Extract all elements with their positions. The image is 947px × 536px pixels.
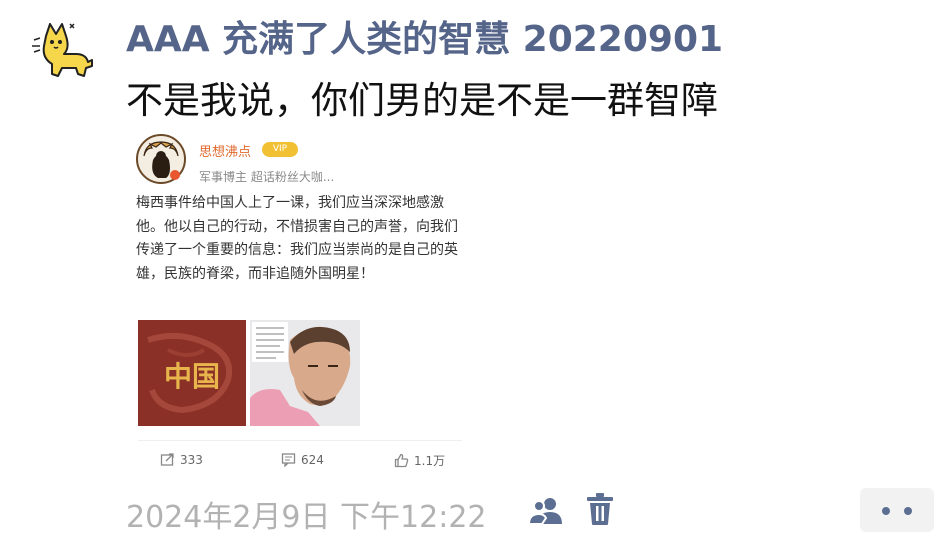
- post-title: AAA 充满了人类的智慧 20220901: [126, 19, 724, 60]
- comment-stat[interactable]: 624: [281, 452, 324, 467]
- dot-icon: [882, 507, 890, 515]
- comment-icon: [281, 453, 296, 467]
- dot-icon: [904, 507, 912, 515]
- post-timestamp: 2024年2月9日 下午12:22: [126, 500, 487, 535]
- comment-count: 624: [301, 452, 324, 467]
- like-stat[interactable]: 1.1万: [394, 452, 445, 469]
- card-divider: [138, 440, 462, 441]
- visibility-people-icon[interactable]: [527, 494, 564, 526]
- vip-badge: VIP: [262, 142, 298, 157]
- embedded-username: 思想沸点: [199, 145, 252, 160]
- embedded-user-meta: 军事博主 超话粉丝大咖...: [199, 170, 335, 184]
- trash-icon[interactable]: [585, 492, 615, 526]
- like-count: 1.1万: [414, 454, 446, 468]
- repost-count: 333: [180, 452, 203, 467]
- embedded-post-text: 梅西事件给中国人上了一课，我们应当深深地感激他。他以自己的行动，不惜损害自己的声…: [136, 195, 458, 282]
- share-icon: [160, 453, 174, 466]
- cat-avatar-icon[interactable]: [26, 14, 98, 86]
- image-left-label: 中国: [164, 360, 220, 393]
- tiger-avatar-icon: [136, 134, 186, 184]
- embedded-post-image[interactable]: 思想沸点 VIP 军事博主 超话粉丝大咖... 梅西事件给中国人上了一课，我们应…: [126, 126, 472, 486]
- thumbs-up-icon: [394, 453, 409, 468]
- messi-photo-image: [250, 320, 360, 426]
- repost-stat[interactable]: 333: [160, 452, 203, 467]
- post-body-text: 不是我说，你们男的是不是一群智障: [126, 79, 718, 122]
- more-options-button[interactable]: [860, 488, 934, 532]
- china-calligraphy-image: 中国: [138, 320, 246, 426]
